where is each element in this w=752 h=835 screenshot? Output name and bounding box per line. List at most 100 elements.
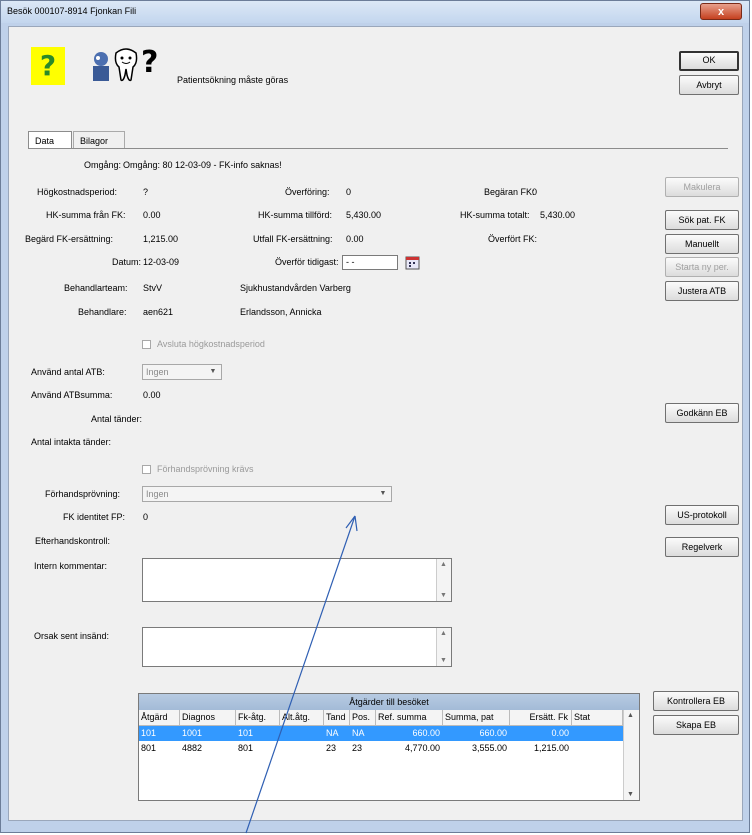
column-header[interactable]: Stat [572, 710, 623, 725]
table-cell: 101 [238, 728, 254, 738]
textarea-scrollbar[interactable]: ▲ ▼ [436, 559, 451, 601]
fk-identitet-value: 0 [143, 512, 149, 522]
forhandsprovning-label: Förhandsprövning: [45, 489, 121, 499]
behandlare-code: aen621 [143, 307, 174, 317]
fk-identitet-label: FK identitet FP: [63, 512, 126, 522]
sok-pat-fk-button[interactable]: Sök pat. FK [665, 210, 739, 230]
anvand-antal-select[interactable]: Ingen ▼ [142, 364, 222, 380]
close-button[interactable]: x [700, 3, 742, 20]
scroll-down-icon[interactable]: ▼ [440, 592, 447, 599]
begaran-label: Begäran FK: [484, 187, 535, 197]
column-header[interactable]: Åtgärd [139, 710, 180, 725]
column-header[interactable]: Summa, pat [443, 710, 510, 725]
table-cell: 3,555.00 [471, 743, 507, 753]
dialog-window: Besök 000107-8914 Fjonkan Fili x ? ? Pat… [0, 0, 750, 833]
column-header[interactable]: Fk-åtg. [236, 710, 280, 725]
grid-header: Åtgärd Diagnos Fk-åtg. Alt.åtg. Tand Pos… [139, 710, 623, 726]
behandlarteam-label: Behandlarteam: [64, 283, 128, 293]
overforing-label: Överföring: [285, 187, 330, 197]
utfall-label: Utfall FK-ersättning: [253, 234, 333, 244]
scroll-up-icon[interactable]: ▲ [440, 561, 447, 568]
column-header[interactable]: Diagnos [180, 710, 236, 725]
textarea-scrollbar[interactable]: ▲ ▼ [436, 628, 451, 666]
grid-title: Åtgärder till besöket [139, 694, 639, 710]
omgang-label: Omgång: [84, 160, 122, 170]
column-header[interactable]: Tand [324, 710, 350, 725]
regelverk-button[interactable]: Regelverk [665, 537, 739, 557]
starta-ny-per-button[interactable]: Starta ny per. [665, 257, 739, 277]
begard-value: 1,215.00 [143, 234, 179, 244]
table-cell: 23 [326, 743, 337, 753]
question-mark-icon: ? [141, 45, 159, 80]
chevron-down-icon: ▼ [379, 490, 387, 497]
anvand-summa-value: 0.00 [143, 390, 161, 400]
overfor-tidigast-label: Överför tidigast: [275, 257, 339, 267]
cancel-button[interactable]: Avbryt [679, 75, 739, 95]
begaran-value: 0 [532, 187, 538, 197]
help-question-icon[interactable]: ? [31, 47, 65, 85]
behandlare-name: Erlandsson, Annicka [240, 307, 322, 317]
table-cell: NA [326, 728, 339, 738]
hk-totalt-value: 5,430.00 [540, 210, 576, 220]
forhandsprovning-select[interactable]: Ingen ▼ [142, 486, 392, 502]
atgarder-grid: Åtgärder till besöket Åtgärd Diagnos Fk-… [138, 693, 640, 801]
column-header[interactable]: Alt.åtg. [280, 710, 324, 725]
avsluta-label: Avsluta högkostnadsperiod [157, 339, 265, 349]
calendar-icon[interactable] [405, 255, 420, 270]
behandlare-label: Behandlare: [78, 307, 127, 317]
table-cell: 1001 [182, 728, 203, 738]
table-cell: 0.00 [551, 728, 569, 738]
ok-button[interactable]: OK [679, 51, 739, 71]
tab-bilagor[interactable]: Bilagor [73, 131, 125, 149]
table-cell: 801 [141, 743, 157, 753]
hk-tillford-label: HK-summa tillförd: [258, 210, 333, 220]
table-row[interactable]: 801 4882 801 23 23 4,770.00 3,555.00 1,2… [139, 741, 623, 756]
table-cell: 4,770.00 [404, 743, 440, 753]
begard-label: Begärd FK-ersättning: [25, 234, 114, 244]
godkann-eb-button[interactable]: Godkänn EB [665, 403, 739, 423]
hkp-value: ? [143, 187, 149, 197]
table-row[interactable]: 101 1001 101 NA NA 660.00 660.00 0.00 [139, 726, 623, 741]
scroll-down-icon[interactable]: ▼ [627, 791, 634, 798]
tab-data[interactable]: Data [28, 131, 72, 149]
table-cell: 660.00 [479, 728, 507, 738]
overfor-tidigast-input[interactable]: - - [342, 255, 398, 270]
behandlarteam-name: Sjukhustandvården Varberg [240, 283, 351, 293]
us-protokoll-button[interactable]: US-protokoll [665, 505, 739, 525]
orsak-sent-textarea[interactable]: ▲ ▼ [142, 627, 452, 667]
table-cell [572, 741, 623, 756]
hk-fran-fk-value: 0.00 [143, 210, 161, 220]
kontrollera-eb-button[interactable]: Kontrollera EB [653, 691, 739, 711]
behandlarteam-code: StvV [143, 283, 163, 293]
avsluta-checkbox[interactable] [142, 340, 151, 349]
efterhandskontroll-label: Efterhandskontroll: [35, 536, 111, 546]
manuellt-button[interactable]: Manuellt [665, 234, 739, 254]
grid-scrollbar[interactable]: ▲ ▼ [623, 710, 639, 800]
scroll-down-icon[interactable]: ▼ [440, 657, 447, 664]
makulera-button[interactable]: Makulera [665, 177, 739, 197]
hkp-label: Högkostnadsperiod: [37, 187, 118, 197]
forhandsprovning-kravs-checkbox[interactable] [142, 465, 151, 474]
title-bar[interactable]: Besök 000107-8914 Fjonkan Fili x [1, 1, 749, 23]
table-cell [280, 726, 324, 741]
scroll-up-icon[interactable]: ▲ [627, 712, 634, 719]
intern-kommentar-textarea[interactable]: ▲ ▼ [142, 558, 452, 602]
table-cell: 23 [352, 743, 363, 753]
table-cell [280, 741, 324, 756]
justera-atb-button[interactable]: Justera ATB [665, 281, 739, 301]
hk-tillford-value: 5,430.00 [346, 210, 382, 220]
window-bottom-border [8, 821, 743, 829]
table-cell: 1,215.00 [533, 743, 569, 753]
anvand-antal-label: Använd antal ATB: [31, 367, 105, 377]
forhandsprovning-value: Ingen [146, 489, 169, 499]
column-header[interactable]: Ersätt. Fk [510, 710, 572, 725]
forhandsprovning-kravs-label: Förhandsprövning krävs [157, 464, 254, 474]
datum-label: Datum: [112, 257, 142, 267]
skapa-eb-button[interactable]: Skapa EB [653, 715, 739, 735]
utfall-value: 0.00 [346, 234, 364, 244]
column-header[interactable]: Pos. [350, 710, 376, 725]
scroll-up-icon[interactable]: ▲ [440, 630, 447, 637]
column-header[interactable]: Ref. summa [376, 710, 443, 725]
table-cell: 101 [141, 728, 157, 738]
intern-kommentar-label: Intern kommentar: [34, 561, 108, 571]
